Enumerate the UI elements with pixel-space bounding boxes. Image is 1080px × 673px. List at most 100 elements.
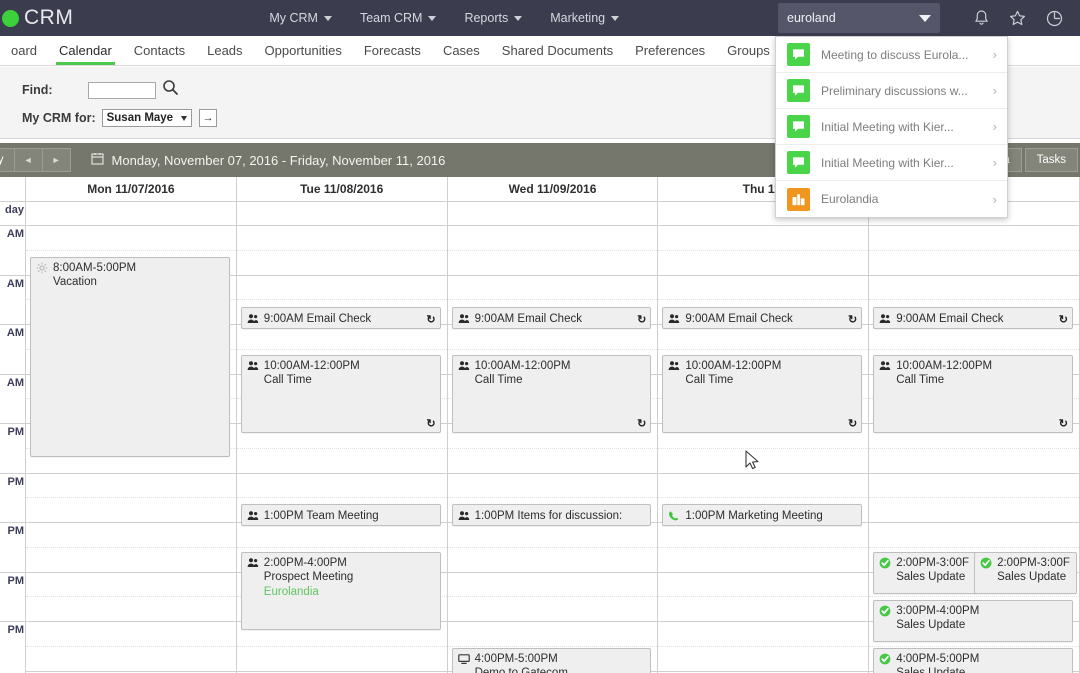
notifications-bell-icon[interactable] [973, 9, 990, 28]
search-result-item[interactable]: Initial Meeting with Kier... › [776, 145, 1007, 181]
grid-line [26, 225, 236, 226]
find-input[interactable] [88, 81, 156, 99]
calendar-event[interactable]: 4:00PM-5:00PM Sales Update [873, 648, 1073, 673]
tab-cases[interactable]: Cases [432, 43, 491, 65]
go-arrow-icon: → [202, 112, 214, 124]
calendar-event[interactable]: 1:00PM Items for discussion: [451, 504, 652, 526]
calendar-event[interactable]: 1:00PM Team Meeting [240, 504, 441, 526]
chevron-down-icon [323, 15, 332, 21]
top-nav-my-crm[interactable]: My CRM [269, 11, 332, 25]
grid-line-half [26, 645, 236, 647]
search-result-label: Eurolandia [821, 192, 879, 206]
tab-opportunities[interactable]: Opportunities [254, 43, 353, 65]
calendar-event[interactable]: 9:00AM Email Check ↻ [240, 307, 441, 329]
tab-preferences[interactable]: Preferences [624, 43, 716, 65]
event-time-label: 10:00AM-12:00PM [685, 360, 782, 372]
day-column-thu[interactable]: 9:00AM Email Check ↻ 10:00AM-12:00PM Call T… [658, 202, 870, 673]
calendar-event[interactable]: 10:00AM-12:00PM Call Time ↻ [873, 355, 1073, 433]
grid-line-half [869, 249, 1079, 251]
grid-line [658, 670, 869, 672]
event-header-row: 1:00PM Marketing Meeting [668, 509, 856, 523]
tab-dashboard[interactable]: oard [0, 43, 48, 65]
top-nav-marketing[interactable]: Marketing [550, 11, 620, 25]
chevron-right-icon[interactable]: › [993, 155, 997, 170]
grid-line [26, 571, 236, 573]
day-column-wed[interactable]: 9:00AM Email Check ↻ 10:00AM-12:00PM Call T… [447, 202, 659, 673]
people-icon [879, 313, 891, 325]
calendar-body: day AM AM AM AM PM PM PM PM PM 8:00AM-5:00PM Vacat… [0, 202, 1080, 673]
event-time-label: 1:00PM Items for discussion: [474, 510, 623, 522]
crm-for-user-select[interactable]: Susan Maye [101, 109, 193, 127]
app-logo[interactable]: CRM [0, 6, 73, 30]
tab-leads[interactable]: Leads [196, 43, 253, 65]
calendar-event[interactable]: 2:00PM-3:00F Sales Update [974, 552, 1077, 594]
day-column-tue[interactable]: 9:00AM Email Check ↻ 10:00AM-12:00PM Call T… [236, 202, 448, 673]
event-title-label: Sales Update [997, 571, 1067, 583]
chevron-down-icon [611, 15, 620, 21]
calendar-event[interactable]: 9:00AM Email Check ↻ [662, 307, 863, 329]
top-nav-team-crm[interactable]: Team CRM [360, 11, 437, 25]
chevron-right-icon[interactable]: › [993, 192, 997, 207]
search-result-item[interactable]: Eurolandia › [776, 181, 1007, 217]
tab-groups[interactable]: Groups [716, 43, 781, 65]
search-result-item[interactable]: Preliminary discussions w... › [776, 73, 1007, 109]
grid-line [869, 472, 1079, 474]
chat-icon [787, 79, 810, 102]
search-result-item[interactable]: Meeting to discuss Eurola... › [776, 37, 1007, 73]
event-related-record-link[interactable]: Eurolandia [247, 585, 435, 600]
calendar-event[interactable]: 9:00AM Email Check ↻ [451, 307, 652, 329]
tab-forecasts[interactable]: Forecasts [353, 43, 432, 65]
chevron-down-icon [428, 15, 437, 21]
chevron-right-icon[interactable]: › [993, 119, 997, 134]
grid-line [658, 225, 869, 226]
grid-line [26, 621, 236, 622]
event-time-label: 9:00AM Email Check [896, 313, 1004, 325]
calendar-event[interactable]: 10:00AM-12:00PM Call Time ↻ [451, 355, 652, 433]
grid-line-half [236, 447, 447, 449]
chevron-right-icon[interactable]: › [993, 83, 997, 98]
recent-history-clock-icon[interactable] [1045, 9, 1064, 28]
calendar-event[interactable]: 2:00PM-3:00F Sales Update [873, 552, 979, 594]
day-header-wed[interactable]: Wed 11/09/2016 [448, 177, 659, 201]
calendar-event[interactable]: 9:00AM Email Check ↻ [873, 307, 1073, 329]
calendar-event[interactable]: 10:00AM-12:00PM Call Time ↻ [662, 355, 863, 433]
tab-calendar[interactable]: Calendar [48, 43, 123, 65]
sun-icon [36, 262, 48, 274]
grid-line-half [658, 249, 869, 251]
next-period-button[interactable]: ► [42, 148, 71, 172]
grid-line-half [447, 497, 658, 499]
search-icon[interactable] [162, 79, 179, 101]
tasks-view-button[interactable]: Tasks [1024, 148, 1078, 172]
grid-line [26, 522, 236, 523]
tab-contacts[interactable]: Contacts [123, 43, 196, 65]
today-button[interactable]: day [0, 148, 15, 172]
tab-shared-documents[interactable]: Shared Documents [491, 43, 624, 65]
calendar-event[interactable]: 2:00PM-4:00PM Prospect Meeting Eurolandia [240, 552, 441, 630]
chevron-right-icon[interactable]: › [993, 47, 997, 62]
calendar-event[interactable]: 4:00PM-5:00PMDemo to GatecomGatecom Inc. [451, 648, 652, 673]
grid-line-half [26, 249, 236, 251]
tab-leads-label: Leads [207, 43, 243, 58]
go-button[interactable]: → [199, 109, 218, 127]
find-row: Find: [22, 79, 179, 101]
chevron-down-icon[interactable] [919, 14, 931, 22]
search-result-item[interactable]: Initial Meeting with Kier... › [776, 109, 1007, 145]
previous-period-button[interactable]: ◄ [14, 148, 43, 172]
calendar-event[interactable]: 1:00PM Marketing Meeting [662, 504, 863, 526]
top-nav-reports[interactable]: Reports [464, 11, 523, 25]
day-header-tue[interactable]: Tue 11/08/2016 [237, 177, 448, 201]
day-header-mon[interactable]: Mon 11/07/2016 [26, 177, 237, 201]
calendar-event[interactable]: 10:00AM-12:00PM Call Time ↻ [240, 355, 441, 433]
favorites-star-icon[interactable] [1008, 9, 1027, 28]
chat-icon [787, 115, 810, 138]
day-column-mon[interactable]: 8:00AM-5:00PM Vacation [26, 202, 237, 673]
people-icon [247, 313, 259, 325]
time-label-text: PM [7, 475, 25, 488]
top-nav-my-crm-label: My CRM [269, 11, 318, 25]
chevron-left-icon: ◄ [23, 155, 33, 165]
global-search-input[interactable]: euroland [778, 3, 940, 33]
calendar-event[interactable]: 8:00AM-5:00PM Vacation [30, 257, 230, 457]
day-column-fri[interactable]: 9:00AM Email Check ↻ 10:00AM-12:00PM Call T… [869, 202, 1080, 673]
people-icon [247, 360, 259, 372]
calendar-event[interactable]: 3:00PM-4:00PM Sales Update [873, 600, 1073, 642]
